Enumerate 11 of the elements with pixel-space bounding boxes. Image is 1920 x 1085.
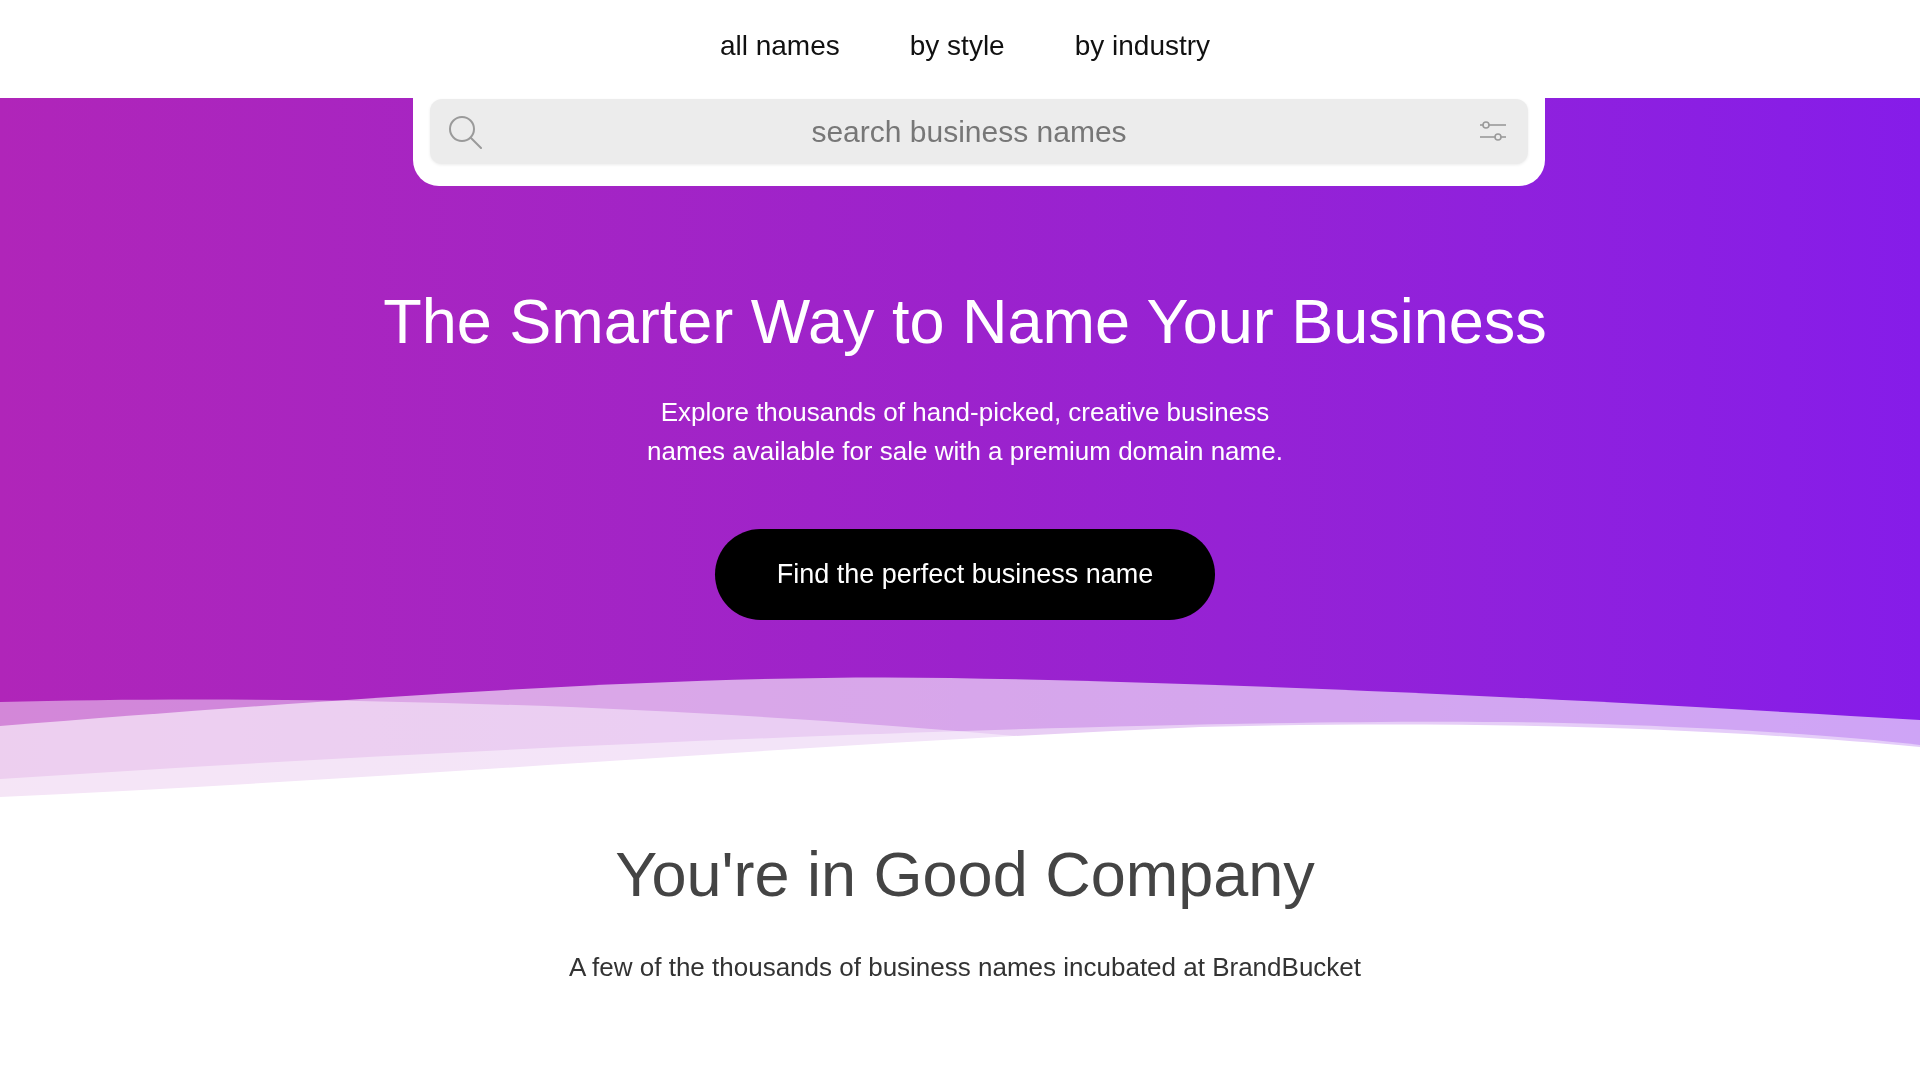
cta-button[interactable]: Find the perfect business name bbox=[715, 529, 1215, 620]
search-icon bbox=[448, 115, 482, 149]
nav-link[interactable]: by style bbox=[909, 25, 1005, 67]
hero-description: Explore thousands of hand-picked, creative business names available for sale with a premium domain name. bbox=[646, 396, 1284, 468]
hero-title: The Smarter Way to Name Your Business bbox=[383, 285, 1547, 358]
section-title: You're in Good Company bbox=[615, 838, 1315, 911]
search-field[interactable]: search business names bbox=[430, 99, 1528, 164]
filter-icon[interactable] bbox=[1480, 119, 1506, 143]
nav-link[interactable]: by industry bbox=[1074, 25, 1211, 67]
section-subtitle: A few of the thousands of business names incubated at BrandBucket bbox=[568, 951, 1362, 984]
nav-link[interactable]: all names bbox=[719, 25, 840, 67]
